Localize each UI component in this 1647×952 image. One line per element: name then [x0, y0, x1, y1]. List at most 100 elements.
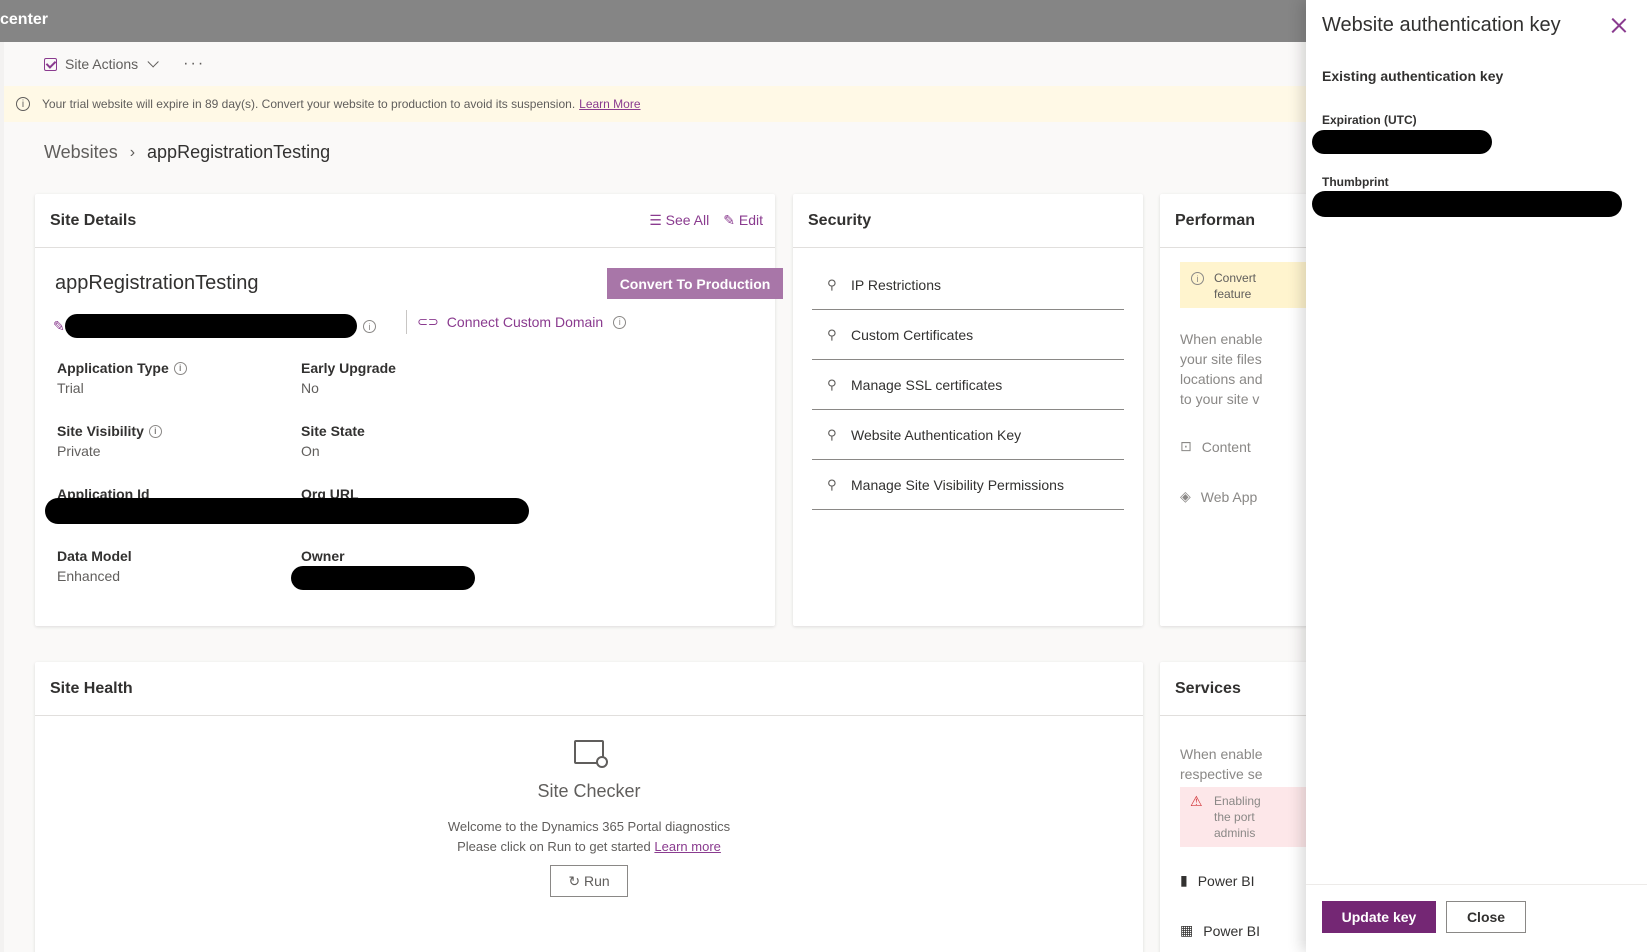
- site-checker-line2-text: Please click on Run to get started: [457, 839, 651, 854]
- more-options-button[interactable]: ···: [183, 55, 205, 73]
- panel-title: Website authentication key: [1322, 14, 1561, 36]
- security-item-label: Website Authentication Key: [851, 426, 1022, 443]
- data-model-label: Data Model: [57, 548, 132, 564]
- close-button[interactable]: Close: [1446, 901, 1526, 933]
- security-card: Security ⚲ IP Restrictions ⚲ Custom Certif…: [793, 194, 1143, 626]
- site-actions-button[interactable]: Site Actions: [44, 56, 159, 72]
- security-item-website-auth-key[interactable]: ⚲ Website Authentication Key: [812, 410, 1124, 460]
- redacted-url: [65, 314, 357, 338]
- security-item-label: Custom Certificates: [851, 326, 974, 343]
- edit-url-icon[interactable]: ✎: [53, 318, 65, 335]
- services-text-line: When enable: [1180, 746, 1263, 762]
- site-checker: Site Checker Welcome to the Dynamics 365…: [35, 740, 1143, 897]
- security-header: Security: [793, 194, 1143, 248]
- site-checker-icon: [574, 740, 608, 768]
- site-state-label: Site State: [301, 423, 365, 439]
- power-bi-label: Power BI: [1203, 922, 1261, 939]
- services-description: When enable respective se: [1180, 744, 1263, 784]
- site-visibility-label: Site Visibility i: [57, 423, 162, 439]
- security-item-ip-restrictions[interactable]: ⚲ IP Restrictions: [812, 260, 1124, 310]
- see-all-label: See All: [665, 212, 710, 228]
- security-item-label: Manage Site Visibility Permissions: [851, 476, 1064, 493]
- site-checker-learn-more-link[interactable]: Learn more: [654, 839, 720, 854]
- application-type-label-text: Application Type: [57, 360, 169, 376]
- edit-button[interactable]: ✎ Edit: [723, 212, 763, 229]
- content-icon: ⊡: [1180, 438, 1192, 454]
- edit-label: Edit: [738, 212, 763, 228]
- panel-subtitle: Existing authentication key: [1322, 68, 1504, 84]
- site-health-card: Site Health Site Checker Welcome to the …: [35, 662, 1143, 952]
- connect-custom-domain-link[interactable]: ⊂⊃ Connect Custom Domain i: [417, 314, 627, 330]
- chart-icon: ▮: [1180, 872, 1188, 888]
- site-details-actions: ☰ See All ✎ Edit: [649, 212, 763, 229]
- web-app-label: Web App: [1200, 488, 1258, 505]
- redacted-thumbprint: [1312, 191, 1622, 217]
- info-icon[interactable]: i: [173, 361, 187, 375]
- auth-key-panel: Website authentication key Existing auth…: [1306, 0, 1647, 952]
- banner-message: Your trial website will expire in 89 day…: [42, 97, 576, 111]
- security-item-custom-certificates[interactable]: ⚲ Custom Certificates: [812, 310, 1124, 360]
- site-visibility-label-text: Site Visibility: [57, 423, 144, 439]
- redacted-ids: [45, 498, 529, 524]
- domain-info-icon[interactable]: i: [613, 315, 627, 329]
- site-name: appRegistrationTesting: [55, 272, 259, 294]
- thumbprint-label: Thumbprint: [1322, 175, 1389, 189]
- convert-to-production-button[interactable]: Convert To Production: [607, 268, 783, 299]
- services-text-line: respective se: [1180, 766, 1263, 782]
- site-details-header: Site Details ☰ See All ✎ Edit: [35, 194, 775, 248]
- data-model-value: Enhanced: [57, 568, 121, 584]
- info-icon: i: [1191, 272, 1204, 285]
- site-checker-title: Site Checker: [537, 781, 641, 801]
- info-icon[interactable]: i: [148, 424, 162, 438]
- url-info-icon[interactable]: i: [363, 320, 376, 333]
- refresh-icon: ↻: [568, 872, 584, 889]
- site-checker-line1: Welcome to the Dynamics 365 Portal diagn…: [447, 819, 731, 834]
- security-item-manage-ssl[interactable]: ⚲ Manage SSL certificates: [812, 360, 1124, 410]
- see-all-button[interactable]: ☰ See All: [649, 212, 709, 229]
- chevron-right-icon: ›: [129, 143, 136, 161]
- run-button[interactable]: ↻ Run: [550, 865, 628, 897]
- update-key-button[interactable]: Update key: [1322, 901, 1436, 933]
- connect-domain-label: Connect Custom Domain: [446, 314, 604, 330]
- site-actions-label: Site Actions: [65, 56, 139, 72]
- expiration-label: Expiration (UTC): [1322, 113, 1417, 127]
- close-icon[interactable]: [1611, 18, 1627, 34]
- site-details-card: Site Details ☰ See All ✎ Edit appRegistr…: [35, 194, 783, 626]
- banner-learn-more-link[interactable]: Learn More: [579, 97, 640, 111]
- owner-label: Owner: [301, 548, 345, 564]
- site-visibility-value: Private: [57, 443, 101, 459]
- web-app-icon: ◈: [1180, 488, 1191, 504]
- breadcrumb-current: appRegistrationTesting: [147, 142, 331, 162]
- application-type-label: Application Type i: [57, 360, 187, 376]
- security-item-site-visibility-permissions[interactable]: ⚲ Manage Site Visibility Permissions: [812, 460, 1124, 510]
- redacted-expiration: [1312, 130, 1492, 154]
- breadcrumb-websites[interactable]: Websites: [44, 142, 118, 163]
- pencil-icon: ✎: [723, 212, 739, 228]
- link-icon: ⊂⊃: [417, 314, 439, 329]
- chart-icon: ▦: [1180, 922, 1194, 938]
- breadcrumb: Websites › appRegistrationTesting: [44, 142, 330, 163]
- performance-content-row[interactable]: ⊡ Content: [1180, 438, 1251, 455]
- info-icon: i: [16, 97, 30, 111]
- security-item-label: Manage SSL certificates: [851, 376, 1003, 393]
- app-title: center: [0, 11, 49, 28]
- run-label: Run: [583, 872, 610, 889]
- key-icon: ⚲: [827, 276, 837, 292]
- key-icon: ⚲: [827, 326, 837, 342]
- chevron-down-icon: [147, 56, 159, 68]
- key-icon: ⚲: [827, 476, 837, 492]
- key-icon: ⚲: [827, 426, 837, 442]
- checkbox-icon: [44, 57, 57, 71]
- warning-icon: ⚠: [1190, 793, 1203, 809]
- divider: [406, 310, 407, 334]
- panel-footer: Update key Close: [1306, 884, 1647, 952]
- performance-webapp-row[interactable]: ◈ Web App: [1180, 488, 1257, 505]
- redacted-owner: [291, 566, 475, 590]
- key-icon: ⚲: [827, 376, 837, 392]
- early-upgrade-value: No: [301, 380, 319, 396]
- early-upgrade-label: Early Upgrade: [301, 360, 396, 376]
- application-type-value: Trial: [57, 380, 84, 396]
- security-item-label: IP Restrictions: [851, 276, 941, 293]
- site-details-title: Site Details: [50, 211, 137, 229]
- site-checker-text: Welcome to the Dynamics 365 Portal diagn…: [35, 817, 1143, 857]
